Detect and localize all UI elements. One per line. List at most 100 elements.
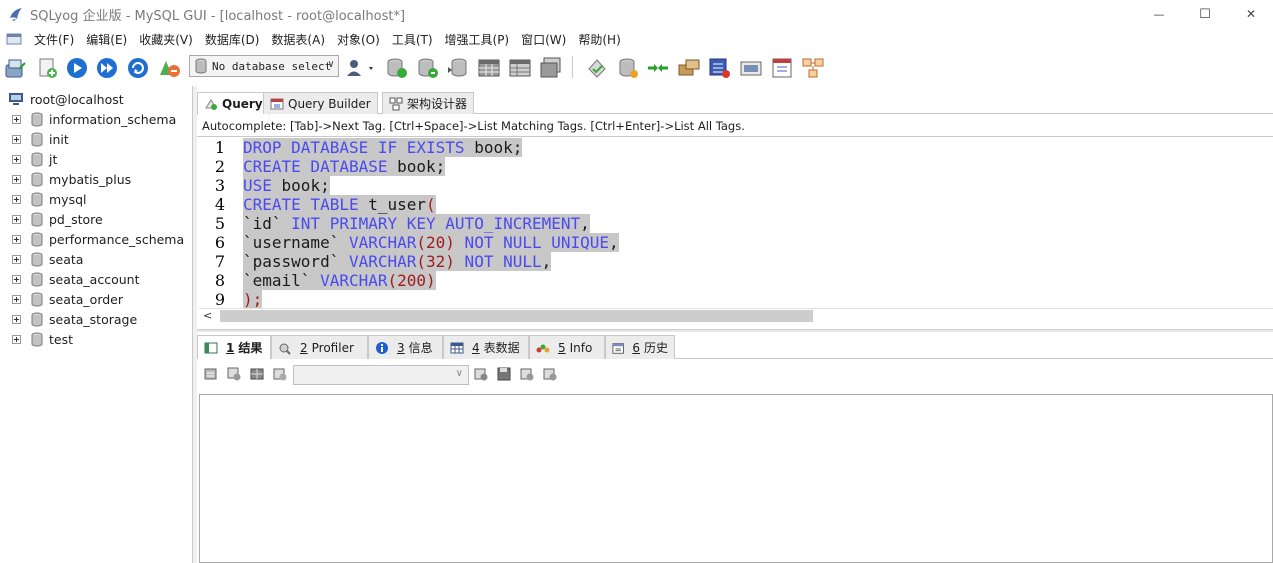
menu-database[interactable]: 数据库(D) <box>199 31 266 48</box>
tree-item-database[interactable]: jt <box>12 150 57 168</box>
code-token: CREATE TABLE <box>243 195 359 214</box>
tree-item-database[interactable]: seata_order <box>12 290 123 308</box>
expand-icon[interactable] <box>12 114 21 124</box>
result-mode-combo[interactable]: ∨ <box>293 365 469 385</box>
import-icon[interactable] <box>445 55 471 81</box>
scroll-left-icon[interactable]: < <box>203 309 212 322</box>
tab-query[interactable]: Query <box>197 92 270 115</box>
table-data-icon[interactable] <box>476 55 502 81</box>
expand-icon[interactable] <box>12 334 21 344</box>
pane-splitter[interactable] <box>193 86 197 563</box>
save-icon[interactable] <box>496 366 512 382</box>
schema-sync-icon[interactable] <box>676 55 702 81</box>
new-connection-icon[interactable] <box>3 55 29 81</box>
sync-icon[interactable] <box>584 55 610 81</box>
code-token: `password` <box>243 252 340 271</box>
window-menu-icon[interactable] <box>6 31 22 47</box>
delete-row-icon[interactable] <box>542 366 558 382</box>
result-grid-area[interactable] <box>199 394 1273 563</box>
tab-schema-designer-label: 架构设计器 <box>407 97 468 111</box>
tab-schema-designer[interactable]: 架构设计器 <box>382 92 475 114</box>
expand-icon[interactable] <box>12 214 21 224</box>
code-token: CREATE DATABASE <box>243 157 388 176</box>
tree-item-database[interactable]: information_schema <box>12 110 176 128</box>
menu-help[interactable]: 帮助(H) <box>572 31 626 48</box>
tab-query-builder[interactable]: Query Builder <box>263 92 378 114</box>
table-copy-icon[interactable] <box>538 55 564 81</box>
code-line: CREATE DATABASE book; <box>243 157 446 176</box>
tab-table-data-label: 表数据 <box>483 341 520 355</box>
menu-favorites[interactable]: 收藏夹(V) <box>133 31 199 48</box>
new-query-icon[interactable] <box>35 55 61 81</box>
filter-icon[interactable] <box>272 366 288 382</box>
sql-editor[interactable]: 123456789 DROP DATABASE IF EXISTS book; C… <box>199 138 1273 308</box>
schema-icon[interactable] <box>156 55 182 81</box>
export-icon[interactable] <box>203 366 219 382</box>
tab-info-key: 5 <box>558 340 566 355</box>
expand-icon[interactable] <box>12 194 21 204</box>
tree-item-database[interactable]: mysql <box>12 190 87 208</box>
table-structure-icon[interactable] <box>507 55 533 81</box>
editor-results-divider[interactable] <box>197 329 1273 332</box>
database-select[interactable]: No database select ∨ <box>189 55 339 77</box>
tab-profiler[interactable]: 2 Profiler <box>271 335 368 359</box>
tab-table-data[interactable]: 4 表数据 <box>443 335 529 359</box>
backup-icon[interactable] <box>383 55 409 81</box>
tree-item-database[interactable]: performance_schema <box>12 230 184 248</box>
maximize-button[interactable]: ☐ <box>1182 0 1228 28</box>
execute-icon[interactable] <box>64 55 90 81</box>
object-browser: root@localhost information_schemainit jt m… <box>0 86 193 563</box>
refresh-icon[interactable] <box>125 55 151 81</box>
info-chart-icon <box>536 344 550 352</box>
undo-icon[interactable] <box>519 366 535 382</box>
menu-table[interactable]: 数据表(A) <box>265 31 331 48</box>
add-row-icon[interactable] <box>473 366 489 382</box>
menu-window[interactable]: 窗口(W) <box>515 31 572 48</box>
expand-icon[interactable] <box>12 154 21 164</box>
close-button[interactable]: ✕ <box>1228 0 1273 28</box>
tree-item-database[interactable]: mybatis_plus <box>12 170 131 188</box>
database-icon <box>31 312 43 326</box>
menu-powertools[interactable]: 增强工具(P) <box>439 31 516 48</box>
restore-icon[interactable] <box>414 55 440 81</box>
execute-all-icon[interactable] <box>94 55 120 81</box>
migrate-icon[interactable] <box>645 55 671 81</box>
tab-result[interactable]: 1 结果 <box>197 335 271 359</box>
expand-icon[interactable] <box>12 314 21 324</box>
query-profiler-icon[interactable] <box>769 55 795 81</box>
copy-icon[interactable] <box>226 366 242 382</box>
tree-item-database[interactable]: init <box>12 130 69 148</box>
expand-icon[interactable] <box>12 254 21 264</box>
user-manager-icon[interactable] <box>343 55 377 81</box>
tree-item-label: test <box>49 331 74 347</box>
tab-info[interactable]: 5 Info <box>529 335 605 359</box>
job-agent-icon[interactable] <box>706 55 732 81</box>
code-token: `username` <box>243 233 340 252</box>
tree-item-label: information_schema <box>49 111 177 127</box>
tree-root-connection[interactable]: root@localhost <box>8 90 124 108</box>
tree-item-database[interactable]: seata <box>12 250 83 268</box>
tree-item-database[interactable]: seata_account <box>12 270 139 288</box>
tab-messages[interactable]: 3 信息 <box>368 335 443 359</box>
notifications-icon[interactable] <box>738 55 764 81</box>
tree-item-database[interactable]: test <box>12 330 73 348</box>
menu-objects[interactable]: 对象(O) <box>331 31 386 48</box>
grid-view-icon[interactable] <box>249 366 265 382</box>
expand-icon[interactable] <box>12 234 21 244</box>
tree-item-database[interactable]: seata_storage <box>12 310 137 328</box>
db-sync-icon[interactable] <box>615 55 641 81</box>
database-icon <box>31 112 43 126</box>
menu-file[interactable]: 文件(F) <box>28 31 80 48</box>
horizontal-scrollbar[interactable]: < <box>199 308 1273 322</box>
menu-tools[interactable]: 工具(T) <box>386 31 439 48</box>
schema-designer-icon[interactable] <box>800 55 826 81</box>
tab-history[interactable]: 6 历史 <box>605 335 675 359</box>
expand-icon[interactable] <box>12 174 21 184</box>
tree-item-database[interactable]: pd_store <box>12 210 103 228</box>
expand-icon[interactable] <box>12 294 21 304</box>
expand-icon[interactable] <box>12 134 21 144</box>
scroll-thumb[interactable] <box>220 310 813 322</box>
minimize-button[interactable]: — <box>1136 0 1182 28</box>
expand-icon[interactable] <box>12 274 21 284</box>
menu-edit[interactable]: 编辑(E) <box>80 31 133 48</box>
